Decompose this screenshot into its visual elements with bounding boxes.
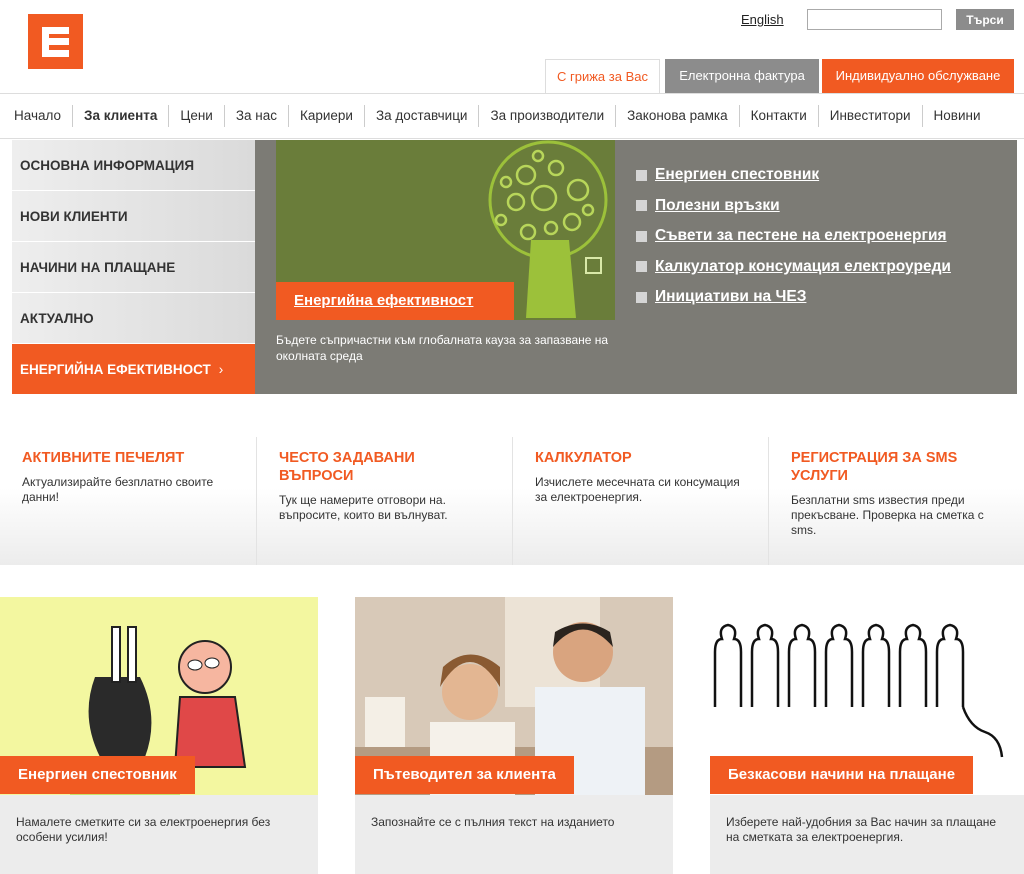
promo-text: Безплатни sms известия преди прекъсване.… (791, 493, 984, 537)
promo-title[interactable]: Често задавани въпроси (279, 449, 490, 485)
tab-e-invoice[interactable]: Електронна фактура (665, 59, 819, 93)
search-button[interactable]: Търси (956, 9, 1014, 30)
list-item: Калкулатор консумация електроуреди (636, 252, 951, 283)
card-text: Намалете сметките си за електроенергия б… (0, 795, 318, 874)
nav-item-investors[interactable]: Инвеститори (819, 105, 923, 127)
promo-active-win[interactable]: Активните печелят Актуализирайте безплат… (0, 437, 256, 565)
hero-links: Енергиен спестовник Полезни връзки Съвет… (636, 160, 951, 313)
hero-link-calculator[interactable]: Калкулатор консумация електроуреди (655, 258, 951, 276)
side-menu: Основна информация Нови клиенти Начини н… (12, 140, 255, 395)
nav-item-about[interactable]: За нас (225, 105, 289, 127)
nav-item-legal[interactable]: Законова рамка (616, 105, 740, 127)
tab-care-for-you[interactable]: С грижа за Вас (545, 59, 660, 93)
side-item-basic-info[interactable]: Основна информация (12, 140, 255, 191)
hero-panel: Енергийна ефективност Бъдете съпричастни… (255, 140, 1017, 394)
card-title[interactable]: Безкасови начини на плащане (710, 756, 974, 794)
card-text: Изберете най-удобния за Вас начин за пла… (710, 795, 1024, 874)
nav-item-news[interactable]: Новини (923, 105, 992, 127)
hero-title-link[interactable]: Енергийна ефективност (276, 282, 514, 320)
promo-text: Изчислете месечната си консумация за еле… (535, 475, 740, 504)
side-item-label: Енергийна ефективност (20, 362, 211, 377)
card-title[interactable]: Пътеводител за клиента (355, 756, 574, 794)
promo-text: Актуализирайте безплатно своите данни! (22, 475, 214, 504)
side-item-new-clients[interactable]: Нови клиенти (12, 191, 255, 242)
list-item: Съвети за пестене на електроенергия (636, 221, 951, 252)
card-cashless-payment[interactable]: Безкасови начини на плащане Изберете най… (710, 597, 1024, 874)
list-item: Енергиен спестовник (636, 160, 951, 191)
side-item-label: Актуално (20, 311, 94, 326)
side-item-payment-methods[interactable]: Начини на плащане (12, 242, 255, 293)
promo-title[interactable]: Регистрация за SMS услуги (791, 449, 1002, 485)
card-title[interactable]: Енергиен спестовник (0, 756, 195, 794)
tab-individual-service[interactable]: Индивидуално обслужване (822, 59, 1014, 93)
search-input[interactable] (807, 9, 942, 30)
square-bullet-icon (636, 169, 647, 181)
side-item-energy-efficiency[interactable]: Енергийна ефективност › (12, 344, 255, 395)
hero-link-tips[interactable]: Съвети за пестене на електроенергия (655, 227, 947, 245)
square-bullet-icon (636, 261, 647, 273)
cez-logo[interactable] (28, 14, 83, 69)
side-item-current[interactable]: Актуално (12, 293, 255, 344)
english-link[interactable]: English (741, 12, 784, 27)
square-bullet-icon (636, 230, 647, 242)
promo-title[interactable]: Калкулатор (535, 449, 746, 467)
hero-link-useful[interactable]: Полезни връзки (655, 197, 780, 215)
side-item-label: Нови клиенти (20, 209, 128, 224)
nav-item-contacts[interactable]: Контакти (740, 105, 819, 127)
hero-link-savings[interactable]: Енергиен спестовник (655, 166, 819, 184)
square-bullet-icon (636, 200, 647, 212)
main-nav: Начало За клиента Цени За нас Кариери За… (0, 93, 1024, 139)
card-energy-saver[interactable]: Енергиен спестовник Намалете сметките си… (0, 597, 318, 874)
nav-item-for-client[interactable]: За клиента (73, 105, 170, 127)
promo-text: Тук ще намерите отговори на. въпросите, … (279, 493, 448, 522)
side-item-label: Основна информация (20, 158, 195, 173)
nav-item-home[interactable]: Начало (0, 105, 74, 127)
chevron-right-icon: › (218, 362, 224, 377)
nav-item-suppliers[interactable]: За доставчици (365, 105, 480, 127)
side-item-label: Начини на плащане (20, 260, 176, 275)
list-item: Инициативи на ЧЕЗ (636, 282, 951, 313)
promo-row: Активните печелят Актуализирайте безплат… (0, 437, 1024, 565)
nav-item-careers[interactable]: Кариери (289, 105, 365, 127)
card-text: Запознайте се с пълния текст на изданиет… (355, 795, 673, 874)
promo-sms[interactable]: Регистрация за SMS услуги Безплатни sms … (768, 437, 1024, 565)
promo-faq[interactable]: Често задавани въпроси Тук ще намерите о… (256, 437, 512, 565)
square-bullet-icon (636, 291, 647, 303)
hero-link-initiatives[interactable]: Инициативи на ЧЕЗ (655, 288, 806, 306)
hero-description: Бъдете съпричастни към глобалната кауза … (276, 333, 609, 363)
list-item: Полезни връзки (636, 191, 951, 222)
nav-item-prices[interactable]: Цени (169, 105, 225, 127)
nav-item-producers[interactable]: За производители (479, 105, 617, 127)
promo-title[interactable]: Активните печелят (22, 449, 234, 467)
card-client-guide[interactable]: Пътеводител за клиента Запознайте се с п… (355, 597, 673, 874)
promo-calculator[interactable]: Калкулатор Изчислете месечната си консум… (512, 437, 768, 565)
